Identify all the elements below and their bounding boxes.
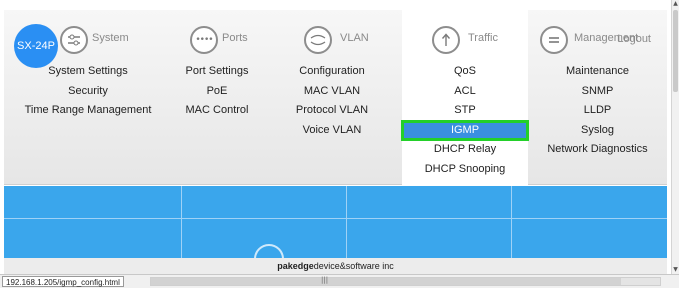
status-url: 192.168.1.205/igmp_config.html xyxy=(2,276,124,287)
horizontal-scrollbar[interactable]: ||| xyxy=(150,276,661,286)
menu-title-system: System xyxy=(92,32,129,44)
menu-items-ports: Port Settings PoE MAC Control xyxy=(172,62,262,121)
menu-item-qos[interactable]: QoS xyxy=(402,62,528,82)
ports-icon: •••• xyxy=(190,26,218,54)
menu-item-network-diagnostics[interactable]: Network Diagnostics xyxy=(528,140,667,160)
arrow-up-icon xyxy=(432,26,460,54)
menu-items-vlan: Configuration MAC VLAN Protocol VLAN Voi… xyxy=(262,62,402,140)
menu-item-security[interactable]: Security xyxy=(4,82,172,102)
content-area xyxy=(4,186,667,258)
grid-divider xyxy=(181,186,182,258)
menu-item-maintenance[interactable]: Maintenance xyxy=(528,62,667,82)
menu-header-traffic[interactable]: Traffic xyxy=(402,24,528,56)
brand-logo[interactable]: SX-24P xyxy=(14,24,58,68)
horizontal-scroll-thumb[interactable] xyxy=(151,278,621,285)
grid-divider xyxy=(4,218,667,219)
menu-item-configuration[interactable]: Configuration xyxy=(262,62,402,82)
menu-title-traffic: Traffic xyxy=(468,32,498,44)
menu-item-syslog[interactable]: Syslog xyxy=(528,121,667,141)
scroll-down-arrow-icon[interactable]: ▼ xyxy=(672,266,679,274)
menu-item-snmp[interactable]: SNMP xyxy=(528,82,667,102)
menu-item-mac-vlan[interactable]: MAC VLAN xyxy=(262,82,402,102)
footer-text: device&software inc xyxy=(313,261,394,271)
menu-item-igmp[interactable]: IGMP xyxy=(401,119,529,141)
menu-column-ports: •••• Ports Port Settings PoE MAC Control xyxy=(172,10,262,185)
menu-column-vlan: VLAN Configuration MAC VLAN Protocol VLA… xyxy=(262,10,402,185)
logout-link[interactable]: Logout xyxy=(617,33,651,45)
menu-item-voice-vlan[interactable]: Voice VLAN xyxy=(262,121,402,141)
menu-item-poe[interactable]: PoE xyxy=(172,82,262,102)
vlan-icon xyxy=(304,26,332,54)
menu-items-system: System Settings Security Time Range Mana… xyxy=(4,62,172,121)
vertical-scroll-thumb[interactable] xyxy=(673,10,678,92)
vertical-scrollbar[interactable]: ▲ ▼ xyxy=(671,0,679,274)
equalizer-icon xyxy=(60,26,88,54)
footer-brand: pakedge xyxy=(277,261,314,271)
scroll-grip-icon: ||| xyxy=(321,276,329,284)
menu-item-lldp[interactable]: LLDP xyxy=(528,101,667,121)
browser-frame: System System Settings Security Time Ran… xyxy=(0,0,679,288)
menu-header-ports[interactable]: •••• Ports xyxy=(172,24,262,56)
menu-item-dhcp-snooping[interactable]: DHCP Snooping xyxy=(402,160,528,180)
menu-items-management: Maintenance SNMP LLDP Syslog Network Dia… xyxy=(528,62,667,160)
menu-item-time-range-management[interactable]: Time Range Management xyxy=(4,101,172,121)
status-bar: 192.168.1.205/igmp_config.html ||| xyxy=(0,274,679,288)
menu-item-acl[interactable]: ACL xyxy=(402,82,528,102)
menu-title-ports: Ports xyxy=(222,32,248,44)
menu-item-dhcp-relay[interactable]: DHCP Relay xyxy=(402,140,528,160)
grid-divider xyxy=(511,186,512,258)
scroll-up-arrow-icon[interactable]: ▲ xyxy=(672,0,679,8)
menu-item-protocol-vlan[interactable]: Protocol VLAN xyxy=(262,101,402,121)
footer: pakedgedevice&software inc xyxy=(4,258,667,274)
main-menu: System System Settings Security Time Ran… xyxy=(4,10,667,185)
menu-item-stp[interactable]: STP xyxy=(402,101,528,121)
menu-items-traffic: QoS ACL STP IGMP DHCP Relay DHCP Snoopin… xyxy=(401,62,529,180)
menu-title-vlan: VLAN xyxy=(340,32,369,44)
menu-lines-icon xyxy=(540,26,568,54)
menu-item-mac-control[interactable]: MAC Control xyxy=(172,101,262,121)
menu-header-vlan[interactable]: VLAN xyxy=(262,24,402,56)
menu-column-traffic: Traffic QoS ACL STP IGMP DHCP Relay DHCP… xyxy=(401,10,529,185)
grid-divider xyxy=(346,186,347,258)
decorative-circle xyxy=(254,244,284,258)
menu-item-port-settings[interactable]: Port Settings xyxy=(172,62,262,82)
